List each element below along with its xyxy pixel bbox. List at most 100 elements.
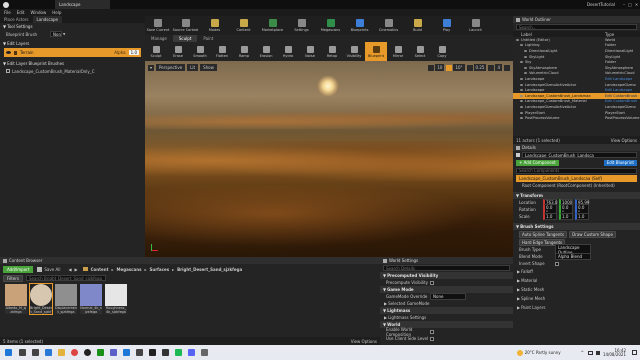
tab-place-actors[interactable]: Place Actors xyxy=(0,17,33,22)
eye-icon[interactable] xyxy=(520,83,523,86)
eye-icon[interactable] xyxy=(520,117,523,120)
tool-ramp[interactable]: Ramp xyxy=(233,42,255,61)
back-icon[interactable]: ◀ xyxy=(68,267,71,272)
asset-tile[interactable]: Normal_4k_sjzkfega xyxy=(80,284,102,314)
eye-icon[interactable] xyxy=(516,38,519,41)
breadcrumb-item[interactable]: Megascans xyxy=(117,267,142,272)
settings-button[interactable]: Settings xyxy=(287,16,316,35)
weather-icon[interactable] xyxy=(516,349,523,356)
save-all-button[interactable]: Save All xyxy=(44,267,60,272)
tab-sculpt[interactable]: Sculpt xyxy=(172,35,198,42)
build-button[interactable]: Build xyxy=(403,16,432,35)
tool-retop[interactable]: Retop xyxy=(321,42,343,61)
outliner-row[interactable]: PlayerStart PlayerStart xyxy=(513,110,640,116)
outliner-row[interactable]: Landscape_CustomBrush_Material Edit Custo… xyxy=(513,99,640,105)
tray-chevron-icon[interactable]: ^ xyxy=(581,350,584,355)
asset-tile[interactable]: Bright_Desert_Sand_sjzkfega xyxy=(29,283,53,315)
brush-settings-section[interactable]: ▼ Brush Settings xyxy=(513,223,640,230)
tool-select[interactable]: Select xyxy=(409,42,431,61)
outliner-row[interactable]: LandscapeGizmoActiveActor LandscapeGizmo xyxy=(513,104,640,110)
component-root[interactable]: Root Component (RootComponent) (Inherite… xyxy=(516,182,637,189)
edit-layer-blueprint-brushes-header[interactable]: ▼ Edit Layer Blueprint Brushes xyxy=(0,60,145,67)
eye-icon[interactable] xyxy=(520,94,523,97)
network-icon[interactable] xyxy=(587,350,593,355)
xbox-icon[interactable] xyxy=(97,349,104,356)
eye-icon[interactable] xyxy=(520,111,523,114)
outliner-row[interactable]: LandscapeGizmoActiveActor LandscapeGizmo xyxy=(513,82,640,88)
asset-tile[interactable]: Albedo_M_sjzkfega xyxy=(5,284,27,314)
selected-gamemode-row[interactable]: ▶ Selected GameMode xyxy=(380,300,513,307)
breadcrumb-item[interactable]: Bright_Desert_Sand_sjzkfega xyxy=(177,267,242,272)
viewport-menu-icon[interactable]: ▾ xyxy=(148,64,154,71)
eye-icon[interactable] xyxy=(524,55,527,58)
menu-help[interactable]: Help xyxy=(52,10,61,15)
tool-copy[interactable]: Copy xyxy=(431,42,453,61)
task-view-icon[interactable] xyxy=(32,349,39,356)
obs-icon[interactable] xyxy=(162,349,169,356)
menu-file[interactable]: File xyxy=(4,10,11,15)
edit-blueprint-button[interactable]: Edit Blueprint xyxy=(603,160,637,166)
component-self[interactable]: Landscape_CustomBrush_Landscaa (Self) xyxy=(516,175,637,182)
gamemode-override-dropdown[interactable]: None xyxy=(430,293,466,300)
outliner-row[interactable]: PostProcessVolume PostProcessVolume xyxy=(513,115,640,121)
scale-snap-icon[interactable] xyxy=(466,64,473,71)
client-side-level-checkbox[interactable] xyxy=(430,336,434,341)
brush-list-item[interactable]: Landscape_CustomBrush_MaterialOnly_C xyxy=(0,67,145,75)
eye-icon[interactable] xyxy=(520,89,523,92)
tool-mirror[interactable]: Mirror xyxy=(387,42,409,61)
game-mode-section[interactable]: ▼ Game Mode xyxy=(380,286,513,293)
chevron-down-icon[interactable]: ▼ xyxy=(63,32,65,36)
outliner-view-options[interactable]: View Options xyxy=(611,138,637,143)
component-search-input[interactable] xyxy=(516,167,637,174)
tool-settings-header[interactable]: ▼ Tool Settings xyxy=(0,23,145,30)
eye-icon[interactable] xyxy=(524,72,527,75)
eye-icon[interactable] xyxy=(524,49,527,52)
volume-icon[interactable] xyxy=(595,350,600,355)
blend-mode-dropdown[interactable]: Alpha Blend xyxy=(555,253,591,260)
scale-y[interactable]: 1.0 xyxy=(559,213,573,220)
level-tab[interactable]: Landscape xyxy=(55,0,110,9)
layer-row-terrain[interactable]: Terrain Alpha 1.0 xyxy=(4,48,141,57)
outliner-row[interactable]: Landscape Edit Landscape xyxy=(513,76,640,82)
camera-speed-icon[interactable] xyxy=(488,64,495,71)
transform-section[interactable]: ▼ Transform xyxy=(513,192,640,199)
tab-paint[interactable]: Paint xyxy=(197,35,219,42)
edge-icon[interactable] xyxy=(45,349,52,356)
tab-manage[interactable]: Manage xyxy=(145,35,173,42)
tool-sculpt[interactable]: Sculpt xyxy=(145,42,167,61)
grid-snap-value[interactable]: 10 xyxy=(435,64,445,71)
chrome-icon[interactable] xyxy=(71,349,78,356)
close-icon[interactable]: ✕ xyxy=(633,2,640,7)
unreal-icon[interactable] xyxy=(84,349,91,356)
tab-landscape[interactable]: Landscape xyxy=(32,16,63,23)
eye-icon[interactable] xyxy=(524,66,527,69)
scale-z[interactable]: 1.0 xyxy=(575,213,589,220)
column-label[interactable]: Label xyxy=(521,32,605,37)
teams-icon[interactable] xyxy=(110,349,117,356)
weather-text[interactable]: 20°C Partly sunny xyxy=(525,350,561,355)
precomputed-visibility-section[interactable]: ▼ Precomputed Visibility xyxy=(380,272,513,279)
eye-icon[interactable] xyxy=(6,51,11,54)
perspective-button[interactable]: Perspective xyxy=(156,64,186,71)
precompute-visibility-checkbox[interactable] xyxy=(430,280,434,285)
scale-x[interactable]: 1.0 xyxy=(543,213,557,220)
lightmass-settings-row[interactable]: ▶ Lightmass Settings xyxy=(380,314,513,321)
column-type[interactable]: Type xyxy=(605,32,614,37)
add-component-button[interactable]: + Add Component xyxy=(516,160,559,166)
tool-smooth[interactable]: Smooth xyxy=(189,42,211,61)
maximize-viewport-icon[interactable] xyxy=(504,64,510,71)
launch-button[interactable]: Launch xyxy=(461,16,490,35)
eye-icon[interactable] xyxy=(520,100,523,103)
search-icon[interactable] xyxy=(19,349,26,356)
spline-mesh-section[interactable]: ▶ Spline Mesh xyxy=(513,294,640,303)
content-button[interactable]: Content xyxy=(229,16,258,35)
camera-speed-value[interactable]: 4 xyxy=(495,64,502,71)
cinematics-button[interactable]: Cinematics xyxy=(374,16,403,35)
tool-flatten[interactable]: Flatten xyxy=(211,42,233,61)
explorer-icon[interactable] xyxy=(58,349,65,356)
world-composition-checkbox[interactable] xyxy=(430,329,434,334)
forward-icon[interactable]: ▶ xyxy=(75,267,78,272)
windows-icon[interactable] xyxy=(5,349,12,356)
eye-icon[interactable] xyxy=(520,44,523,47)
outliner-row[interactable]: Landscape_CustomBrush_Landsmaa Edit Custo… xyxy=(513,92,640,99)
